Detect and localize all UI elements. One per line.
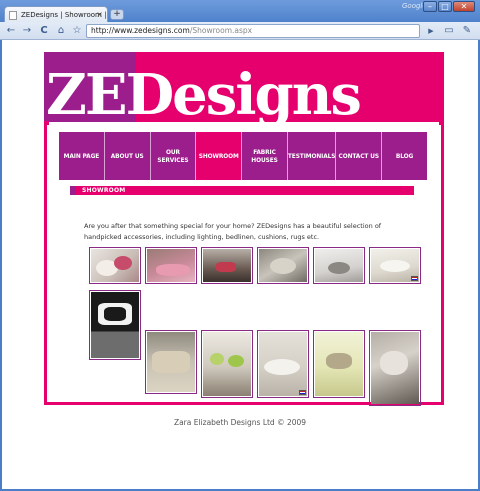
gallery-thumb[interactable]	[369, 330, 421, 406]
tab-close-icon[interactable]: ×	[96, 10, 103, 19]
go-icon[interactable]: ▶	[424, 24, 438, 38]
nav-showroom[interactable]: SHOWROOM	[196, 132, 243, 180]
reload-icon[interactable]: C	[37, 24, 51, 38]
bookmark-star-icon[interactable]: ☆	[70, 24, 84, 38]
frame-corner	[439, 121, 444, 125]
back-icon[interactable]: ←	[4, 24, 18, 38]
intro-text: Are you after that something special for…	[84, 222, 382, 241]
close-window-button[interactable]: ✕	[453, 1, 475, 12]
main-nav: MAIN PAGE ABOUT US OUR SERVICES SHOWROOM…	[59, 132, 427, 180]
gallery-thumb[interactable]	[313, 247, 365, 284]
nav-main-page[interactable]: MAIN PAGE	[59, 132, 105, 180]
gallery-thumb[interactable]	[145, 330, 197, 394]
gallery-thumb[interactable]	[313, 330, 365, 398]
gallery-thumb[interactable]	[257, 247, 309, 284]
gallery-thumb[interactable]	[257, 330, 309, 398]
new-tab-button[interactable]: +	[110, 9, 124, 20]
gallery-thumb[interactable]	[369, 247, 421, 284]
url-path: /Showroom.aspx	[189, 26, 253, 35]
browser-titlebar: ZEDesigns | Showroom | A ... × + Google …	[0, 0, 480, 23]
flag-icon	[299, 390, 306, 395]
page-menu-icon[interactable]: ▭	[442, 24, 456, 38]
gallery-thumb[interactable]	[89, 290, 141, 360]
nav-blog[interactable]: BLOG	[382, 132, 427, 180]
page-favicon-icon	[9, 11, 17, 20]
gallery-thumb[interactable]	[201, 247, 253, 284]
nav-about-us[interactable]: ABOUT US	[104, 132, 151, 180]
section-header-cap	[70, 186, 75, 195]
nav-fabric-houses[interactable]: FABRIC HOUSES	[242, 132, 288, 180]
browser-tab[interactable]: ZEDesigns | Showroom | A ... ×	[4, 6, 108, 23]
footer-copyright: Zara Elizabeth Designs Ltd © 2009	[173, 418, 307, 427]
forward-icon[interactable]: →	[20, 24, 34, 38]
nav-contact-us[interactable]: CONTACT US	[336, 132, 383, 180]
section-title: SHOWROOM	[82, 187, 126, 194]
tools-menu-icon[interactable]: ✎	[460, 24, 474, 38]
gallery-thumb[interactable]	[145, 247, 197, 284]
logo-text: ZEDesigns	[46, 62, 362, 128]
gallery-thumb[interactable]	[201, 330, 253, 398]
page-viewport: ZEDesigns MAIN PAGE ABOUT US OUR SERVICE…	[2, 40, 478, 489]
nav-testimonials[interactable]: TESTIMONIALS	[287, 132, 337, 180]
browser-toolbar: ← → C ⌂ ☆ http://www.zedesigns.com/Showr…	[0, 22, 480, 40]
site-logo[interactable]: ZEDesigns	[44, 52, 444, 128]
address-bar[interactable]: http://www.zedesigns.com/Showroom.aspx	[86, 24, 420, 38]
tab-title: ZEDesigns | Showroom | A ...	[21, 11, 107, 19]
frame-corner	[44, 121, 49, 125]
minimize-button[interactable]: –	[423, 1, 437, 12]
flag-icon	[411, 276, 418, 281]
home-icon[interactable]: ⌂	[54, 24, 68, 38]
gallery-thumb[interactable]	[89, 247, 141, 284]
maximize-button[interactable]: □	[438, 1, 452, 12]
nav-our-services[interactable]: OUR SERVICES	[150, 132, 197, 180]
url-host: http://www.zedesigns.com	[91, 26, 190, 35]
